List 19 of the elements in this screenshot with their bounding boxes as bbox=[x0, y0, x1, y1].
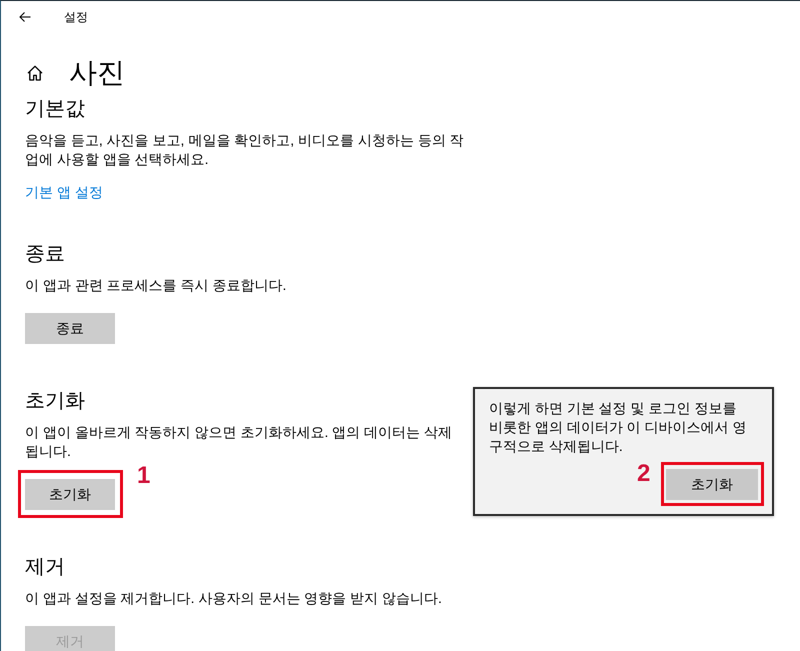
home-icon bbox=[27, 65, 43, 81]
action-button[interactable]: 초기화 bbox=[25, 479, 115, 510]
back-arrow-icon bbox=[19, 11, 31, 23]
section-description: 음악을 듣고, 사진을 보고, 메일을 확인하고, 비디오를 시청하는 등의 작업에 사용할 앱을 선택하세요. bbox=[25, 131, 464, 169]
section-description: 이 앱과 관련 프로세스를 즉시 종료합니다. bbox=[25, 276, 288, 295]
section-heading: 종료 bbox=[25, 242, 65, 267]
section-heading: 제거 bbox=[25, 555, 65, 580]
section-heading: 기본값 bbox=[25, 97, 85, 122]
callout-number: 1 bbox=[137, 464, 150, 488]
action-button[interactable]: 종료 bbox=[25, 313, 115, 344]
page-title: 사진 bbox=[69, 56, 125, 90]
section-heading: 초기화 bbox=[25, 389, 85, 414]
confirm-reset-button[interactable]: 초기화 bbox=[666, 469, 758, 500]
flyout-message: 이렇게 하면 기본 설정 및 로그인 정보를 비롯한 앱의 데이터가 이 디바이스에서 영구적으로 삭제됩니다. bbox=[489, 399, 747, 456]
callout-number: 2 bbox=[637, 462, 650, 486]
settings-link[interactable]: 기본 앱 설정 bbox=[25, 183, 103, 202]
window-title: 설정 bbox=[64, 9, 88, 25]
section-description: 이 앱이 올바르게 작동하지 않으면 초기화하세요. 앱의 데이터는 삭제됩니다. bbox=[25, 423, 454, 461]
section-description: 이 앱과 설정을 제거합니다. 사용자의 문서는 영향을 받지 않습니다. bbox=[25, 589, 443, 608]
